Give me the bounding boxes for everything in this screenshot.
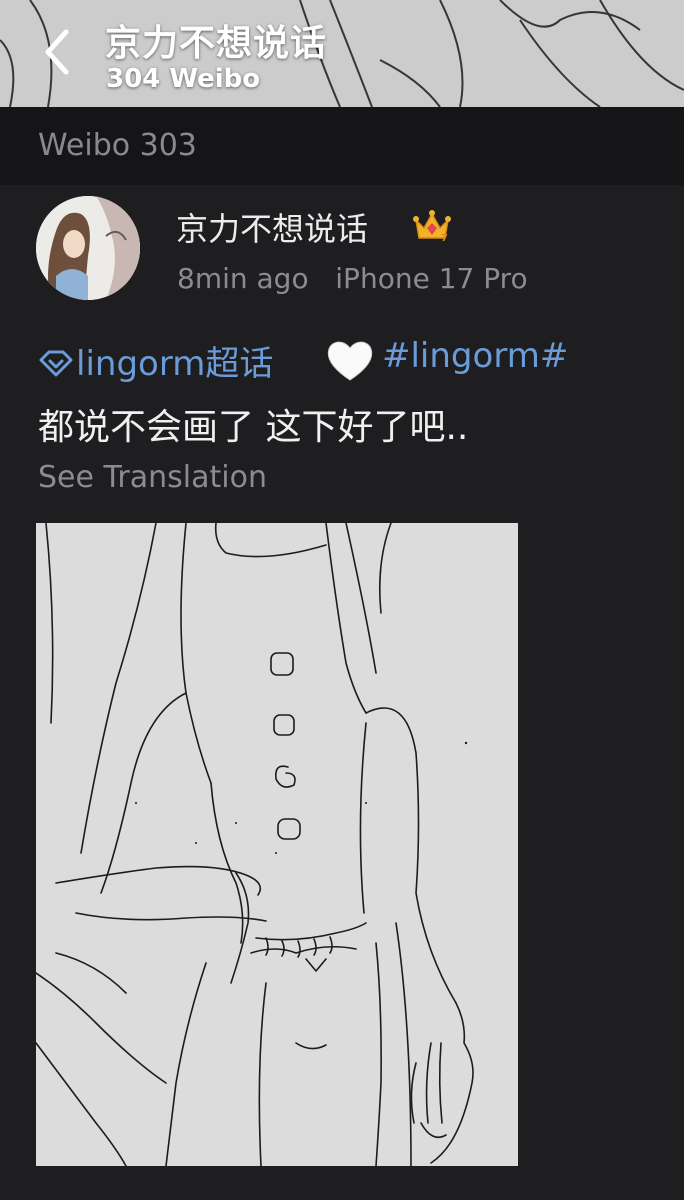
header-title: 京力不想说话 <box>105 23 328 64</box>
header-subtitle: 304 Weibo <box>106 64 261 94</box>
author-name[interactable]: 京力不想说话 <box>176 204 368 250</box>
header-banner-image <box>0 0 684 107</box>
white-heart-emoji <box>327 341 373 381</box>
profile-header: 京力不想说话 304 Weibo <box>0 0 684 107</box>
post-text: 都说不会画了 这下好了吧.. <box>38 407 469 448</box>
back-button[interactable] <box>38 24 78 80</box>
supertopic-label: lingorm超话 <box>76 344 274 384</box>
hashtag-link[interactable]: #lingorm# <box>382 336 568 376</box>
post-image[interactable] <box>36 523 518 1166</box>
section-label: Weibo 303 <box>38 128 197 163</box>
avatar-image <box>36 196 140 300</box>
supertopic-link[interactable]: lingorm超话 <box>38 336 273 385</box>
post-device: iPhone 17 Pro <box>335 262 528 295</box>
post-meta: 8min ago iPhone 17 Pro <box>177 262 528 295</box>
vip-crown-icon: 7 <box>413 210 451 244</box>
see-translation-link[interactable]: See Translation <box>38 460 267 495</box>
chevron-left-icon <box>45 29 69 75</box>
svg-text:7: 7 <box>441 233 448 244</box>
sketch-drawing <box>36 523 518 1166</box>
post-time: 8min ago <box>177 262 309 295</box>
avatar[interactable] <box>36 196 140 300</box>
supertopic-diamond-icon <box>39 350 73 376</box>
